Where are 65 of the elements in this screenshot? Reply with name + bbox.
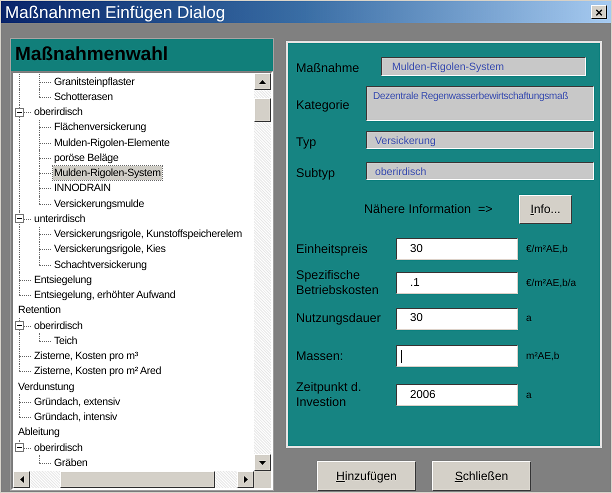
input-field[interactable]: 30	[396, 238, 518, 260]
field-label: Subtyp	[296, 164, 336, 182]
readonly-field: oberirdisch	[366, 162, 594, 180]
tree-item[interactable]: Versickerungsrigole, Kunstoffspeicherelem	[53, 227, 243, 242]
tree-item[interactable]: Zisterne, Kosten pro m³	[33, 349, 139, 364]
unit-label: €/m²AE,b	[526, 242, 568, 257]
tree-item[interactable]: Versickerungsmulde	[53, 196, 146, 211]
info-label: Nähere Information =>	[364, 200, 493, 218]
tree-item[interactable]: Mulden-Rigolen-System	[53, 166, 162, 180]
readonly-field: Mulden-Rigolen-System	[381, 57, 586, 76]
scrollbar-corner	[254, 471, 271, 488]
collapse-icon[interactable]	[15, 443, 24, 452]
collapse-icon[interactable]	[15, 108, 24, 116]
tree-item[interactable]: Ableitung	[17, 425, 61, 440]
unit-label: €/m²AE,b/a	[526, 276, 576, 291]
tree-item[interactable]: Entsiegelung, erhöhter Aufwand	[33, 288, 176, 302]
scroll-up-button[interactable]	[254, 73, 271, 90]
scroll-right-button[interactable]	[237, 471, 254, 488]
tree-item[interactable]: Versickerungsrigole, Kies	[53, 242, 167, 256]
close-dialog-button[interactable]: Schließen	[432, 461, 531, 491]
tree-item[interactable]: Zisterne, Kosten pro m² Ared	[33, 364, 162, 378]
right-arrow-icon	[244, 476, 248, 483]
tree-item[interactable]: Mulden-Rigolen-Elemente	[53, 136, 171, 150]
readonly-field: Versickerung	[366, 130, 594, 149]
field-label: Nutzungsdauer	[296, 311, 382, 326]
unit-label: a	[526, 312, 532, 326]
field-label: Einheitspreis	[296, 242, 369, 257]
add-button[interactable]: Hinzufügen	[317, 461, 416, 491]
input-field[interactable]: .1	[396, 272, 518, 294]
up-arrow-icon	[259, 80, 266, 84]
field-label: Zeitpunkt d. Investion	[296, 380, 362, 410]
scroll-left-button[interactable]	[13, 471, 30, 488]
unit-label: m²AE,b	[526, 350, 560, 364]
unit-label: a	[526, 388, 532, 403]
input-field[interactable]: 2006	[396, 384, 518, 406]
input-field[interactable]: 30	[396, 308, 518, 330]
field-label: Spezifische Betriebskosten	[296, 268, 380, 298]
tree-item[interactable]: Flächenversickerung	[53, 120, 148, 134]
field-label: Typ	[296, 134, 318, 151]
tree-item[interactable]: Gründach, intensiv	[33, 410, 118, 424]
readonly-field: Dezentrale Regenwasserbewirtschaftungsmaß	[366, 86, 594, 121]
tree-item[interactable]: Schachtversickerung	[53, 258, 148, 272]
tree-item[interactable]: Entsiegelung	[33, 272, 93, 287]
field-label: Maßnahme	[296, 60, 360, 77]
field-label: Kategorie	[296, 96, 351, 114]
collapse-icon[interactable]	[15, 214, 24, 224]
field-label: Massen:	[296, 348, 344, 364]
scroll-thumb[interactable]	[60, 471, 215, 488]
vertical-scrollbar[interactable]	[254, 73, 271, 471]
info-button[interactable]: Info...	[519, 194, 572, 224]
tree-item[interactable]: poröse Beläge	[53, 150, 120, 165]
panel-header: Maßnahmenwahl	[11, 39, 273, 71]
scroll-down-button[interactable]	[254, 454, 271, 471]
close-button[interactable]: ×	[591, 5, 607, 19]
text-cursor	[401, 350, 402, 363]
left-arrow-icon	[20, 476, 24, 483]
tree-item[interactable]: Verdunstung	[17, 380, 76, 394]
tree-item[interactable]: Granitsteinpflaster	[53, 74, 136, 89]
collapse-icon[interactable]	[15, 321, 24, 330]
down-arrow-icon	[259, 460, 266, 464]
input-field[interactable]	[396, 345, 518, 368]
scroll-thumb[interactable]	[254, 98, 271, 122]
window-title: Maßnahmen Einfügen Dialog	[5, 4, 226, 20]
tree-item[interactable]: Gründach, extensiv	[33, 394, 121, 409]
horizontal-scrollbar[interactable]	[13, 471, 271, 488]
